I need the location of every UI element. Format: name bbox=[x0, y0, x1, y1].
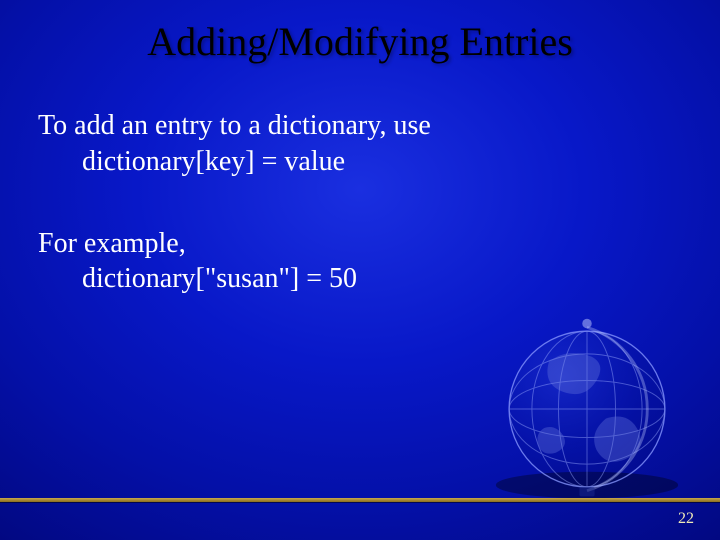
footer-divider bbox=[0, 498, 720, 502]
globe-graphic bbox=[492, 314, 682, 504]
body-line-4: dictionary["susan"] = 50 bbox=[82, 261, 682, 297]
spacer bbox=[38, 180, 682, 226]
slide: Adding/Modifying Entries To add an entry… bbox=[0, 0, 720, 540]
page-number: 22 bbox=[678, 510, 694, 528]
body-line-1: To add an entry to a dictionary, use bbox=[38, 108, 682, 144]
body-line-2: dictionary[key] = value bbox=[82, 144, 682, 180]
body-line-3: For example, bbox=[38, 226, 682, 262]
slide-body: To add an entry to a dictionary, use dic… bbox=[38, 108, 682, 297]
slide-title: Adding/Modifying Entries bbox=[0, 18, 720, 65]
